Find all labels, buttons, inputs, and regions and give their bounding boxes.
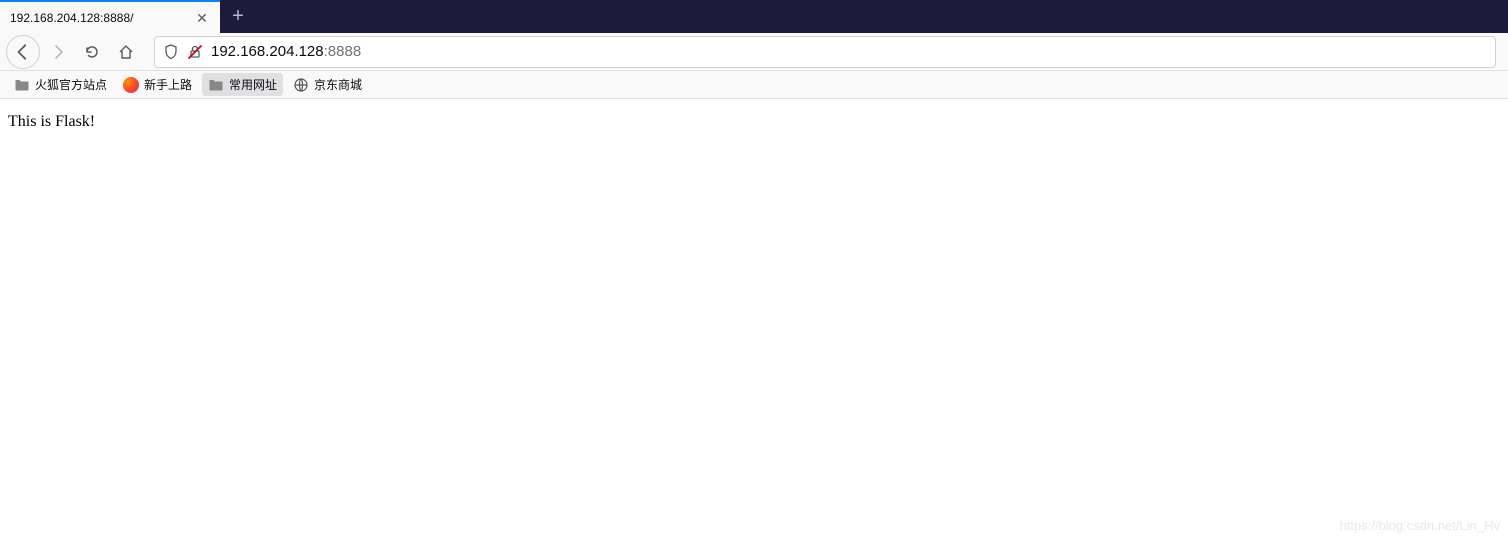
arrow-left-icon <box>14 43 32 61</box>
shield-icon[interactable] <box>163 44 179 60</box>
new-tab-button[interactable]: + <box>220 0 256 33</box>
firefox-favicon-icon <box>123 77 139 93</box>
watermark: https://blog.csdn.net/Lin_Hv <box>1340 518 1500 533</box>
url-port: :8888 <box>324 43 362 60</box>
tab-strip: 192.168.204.128:8888/ ✕ + <box>0 0 1508 33</box>
reload-button[interactable] <box>76 36 108 68</box>
url-host: 192.168.204.128 <box>211 43 324 60</box>
bookmark-item-getting-started[interactable]: 新手上路 <box>117 73 198 96</box>
tab-title: 192.168.204.128:8888/ <box>10 11 194 25</box>
url-text: 192.168.204.128:8888 <box>211 43 1487 60</box>
bookmark-label: 火狐官方站点 <box>35 76 107 93</box>
browser-tab-active[interactable]: 192.168.204.128:8888/ ✕ <box>0 0 220 33</box>
folder-icon <box>208 77 224 93</box>
arrow-right-icon <box>50 44 66 60</box>
forward-button <box>42 36 74 68</box>
folder-icon <box>14 77 30 93</box>
nav-toolbar: 192.168.204.128:8888 <box>0 33 1508 71</box>
bookmarks-bar: 火狐官方站点 新手上路 常用网址 京东商城 <box>0 71 1508 99</box>
home-icon <box>118 44 134 60</box>
page-body-text: This is Flask! <box>8 113 95 130</box>
url-bar[interactable]: 192.168.204.128:8888 <box>154 36 1496 68</box>
bookmark-label: 新手上路 <box>144 76 192 93</box>
back-button[interactable] <box>6 35 40 69</box>
bookmark-item-firefox-official[interactable]: 火狐官方站点 <box>8 73 113 96</box>
globe-icon <box>293 77 309 93</box>
page-content: This is Flask! <box>0 99 1508 145</box>
bookmark-item-common-sites[interactable]: 常用网址 <box>202 73 283 96</box>
bookmark-label: 常用网址 <box>229 76 277 93</box>
bookmark-item-jd[interactable]: 京东商城 <box>287 73 368 96</box>
close-tab-icon[interactable]: ✕ <box>194 10 210 26</box>
insecure-lock-icon[interactable] <box>187 44 203 60</box>
reload-icon <box>84 44 100 60</box>
home-button[interactable] <box>110 36 142 68</box>
bookmark-label: 京东商城 <box>314 76 362 93</box>
